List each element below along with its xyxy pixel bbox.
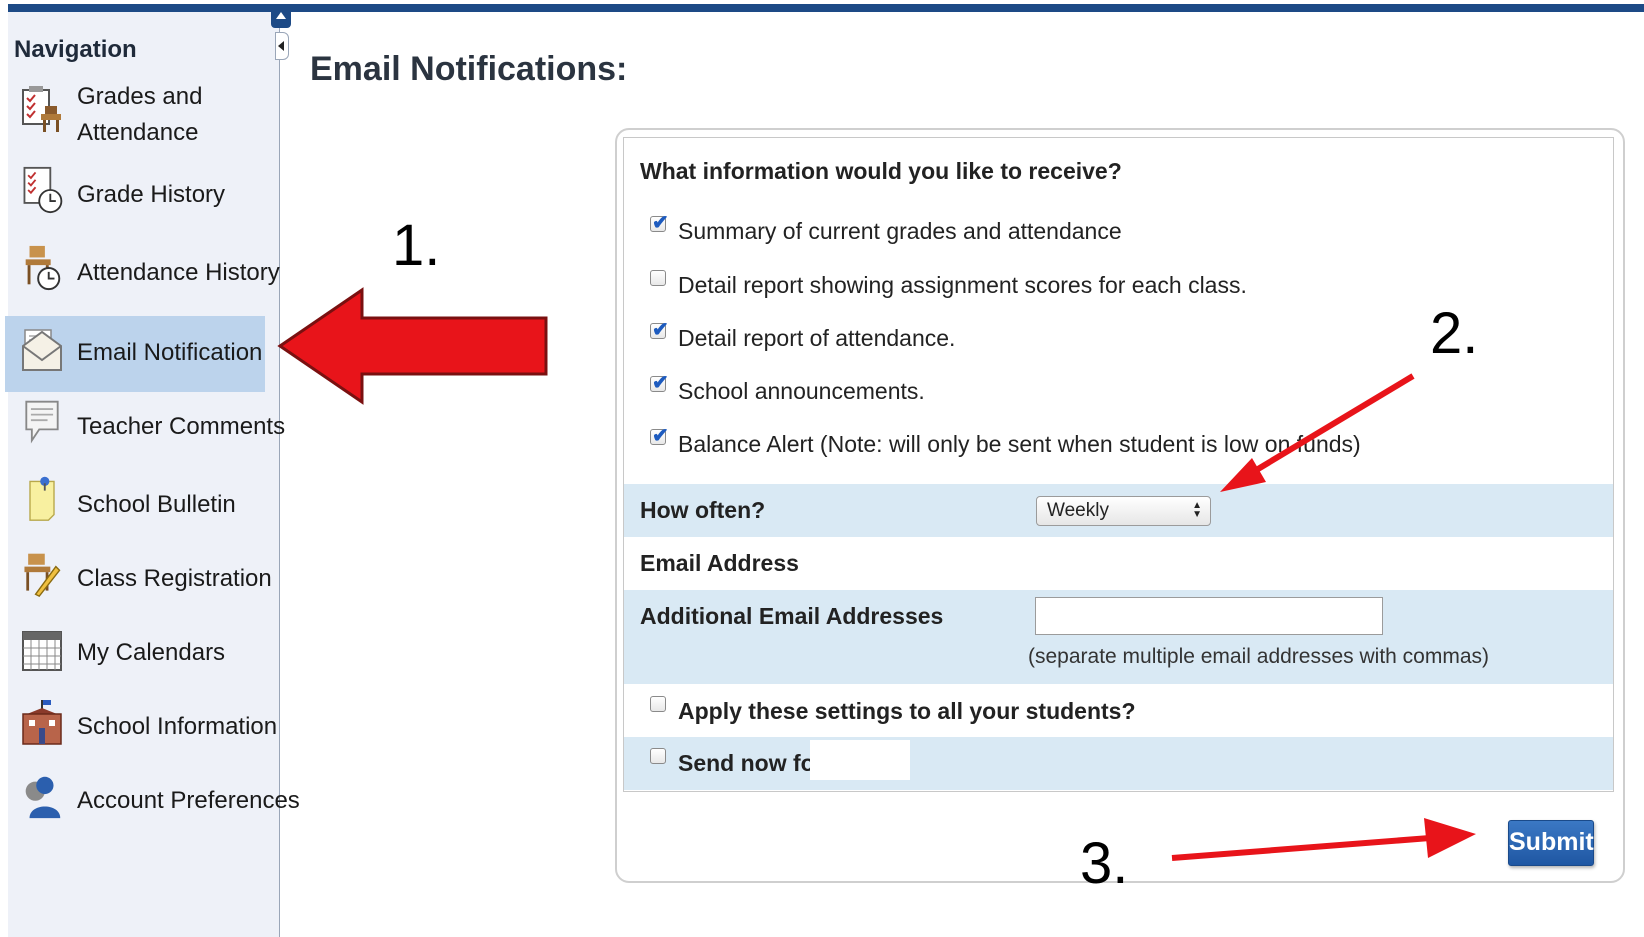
annotation-arrow-1	[277, 287, 548, 405]
annotation-label-2: 2.	[1430, 301, 1479, 366]
annotation-arrow-3-head	[1424, 818, 1476, 858]
annotation-label-1: 1.	[392, 213, 441, 278]
annotation-label-3: 3.	[1080, 831, 1129, 896]
annotation-arrow-2-head	[1220, 458, 1266, 492]
annotation-overlay	[277, 287, 1476, 861]
annotation-arrow-2-line	[1241, 373, 1415, 481]
annotation-arrow-3-line	[1171, 835, 1431, 861]
